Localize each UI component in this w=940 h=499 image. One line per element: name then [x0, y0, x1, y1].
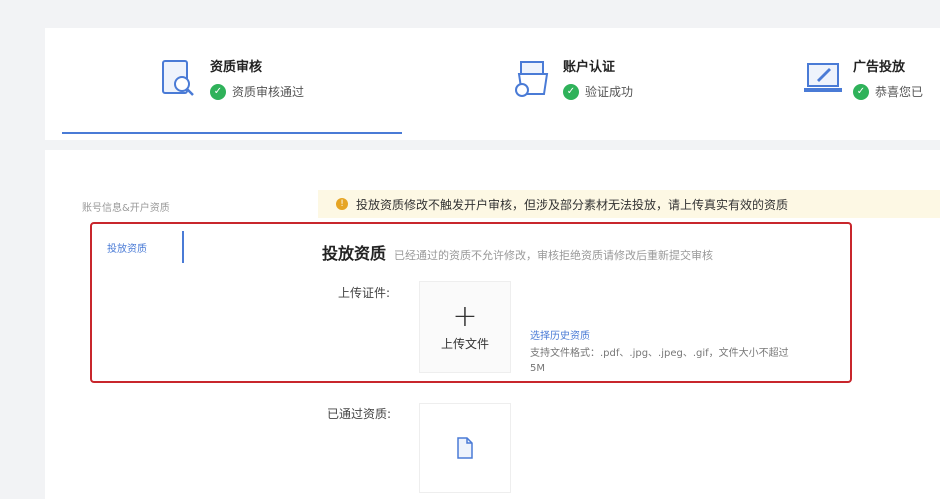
plus-icon: +: [452, 298, 478, 334]
check-circle-icon: ✓: [563, 83, 579, 100]
step-ad-delivery[interactable]: 广告投放 ✓ 恭喜您已: [803, 58, 923, 100]
upload-file-button[interactable]: + 上传文件: [419, 281, 511, 373]
file-icon: [457, 437, 473, 459]
approved-label: 已通过资质:: [327, 407, 392, 421]
folder-lock-icon: [515, 61, 549, 97]
notice-banner: ! 投放资质修改不触发开户审核，但涉及部分素材无法投放，请上传真实有效的资质: [318, 190, 940, 218]
history-qualification-link[interactable]: 选择历史资质: [530, 327, 590, 342]
document-search-icon: [162, 60, 194, 96]
upload-hint: 支持文件格式：.pdf、.jpg、.jpeg、.gif，文件大小不超过5M: [530, 348, 789, 374]
section-title: 投放资质: [322, 244, 387, 263]
approved-file-thumbnail[interactable]: [419, 403, 511, 493]
step-title: 资质审核: [210, 60, 263, 75]
section-subtitle: 已经通过的资质不允许修改，审核拒绝资质请修改后重新提交审核: [394, 249, 714, 262]
step-title: 广告投放: [853, 60, 906, 75]
step-account-verify[interactable]: 账户认证 ✓ 验证成功: [513, 58, 633, 100]
check-circle-icon: ✓: [210, 83, 226, 100]
step-status: 恭喜您已: [875, 85, 924, 99]
laptop-rocket-icon: [804, 63, 842, 92]
step-status: 验证成功: [585, 85, 634, 99]
active-step-underline: [62, 132, 402, 134]
upload-label: 上传证件:: [338, 286, 391, 300]
step-qualification-review[interactable]: 资质审核 ✓ 资质审核通过: [160, 58, 304, 100]
step-status: 资质审核通过: [232, 85, 305, 99]
warning-icon: !: [336, 198, 348, 210]
sidebar-group-label: 账号信息&开户资质: [82, 203, 170, 214]
check-circle-icon: ✓: [853, 83, 869, 100]
upload-button-label: 上传文件: [440, 336, 489, 351]
notice-text: 投放资质修改不触发开户审核，但涉及部分素材无法投放，请上传真实有效的资质: [356, 197, 789, 212]
step-title: 账户认证: [563, 60, 616, 75]
